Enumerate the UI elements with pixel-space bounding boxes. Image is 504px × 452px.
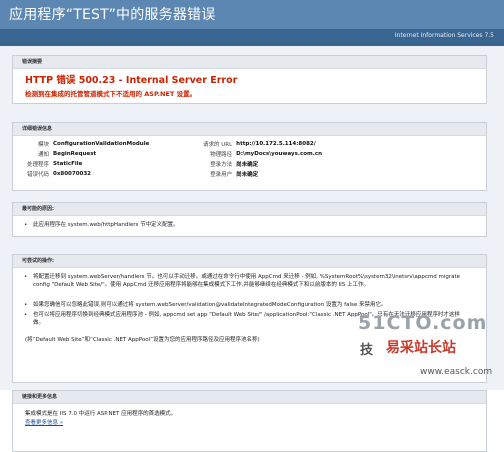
- error-title: HTTP 错误 500.23 - Internal Server Error: [25, 75, 238, 86]
- more-info-link[interactable]: 查看更多信息 »: [25, 418, 63, 426]
- table-row: 登录方法 尚未确定: [201, 159, 324, 169]
- action-item: 如果您确信可以忽略此错误,则可以通过将 system.webServer/val…: [24, 301, 463, 309]
- table-row: 请求的 URL http://10.172.5.114:8082/: [201, 139, 324, 149]
- watermark-brand: 51CTO.com: [358, 312, 488, 334]
- product-name: Internet Information Services 7.5: [394, 32, 494, 39]
- detail-key: 模块: [38, 142, 50, 148]
- cause-item: 此应用程序在 system.web/httpHandlers 节中定义配置。: [24, 221, 463, 229]
- detail-heading: 详细错误信息: [13, 123, 486, 136]
- causes-heading: 最可能的原因:: [13, 203, 486, 216]
- causes-box: 最可能的原因: 此应用程序在 system.web/httpHandlers 节…: [12, 202, 487, 237]
- links-heading: 链接和更多信息: [13, 391, 486, 404]
- watermark-prefix: 技: [360, 343, 374, 358]
- detail-value: D:\myDocs\youways.com.cn: [236, 151, 323, 157]
- detail-value: http://10.172.5.114:8082/: [236, 141, 316, 147]
- detail-box: 详细错误信息 模块 ConfigurationValidationModule 通…: [12, 122, 487, 191]
- action-item: 将配置迁移到 system.webServer/handlers 节。也可以手动…: [24, 273, 463, 289]
- table-row: 模块 ConfigurationValidationModule: [25, 139, 151, 149]
- page-title: 应用程序“TEST”中的服务器错误: [9, 7, 216, 23]
- table-row: 通知 BeginRequest: [25, 149, 151, 159]
- detail-key: 登录方法: [210, 162, 233, 168]
- detail-table-left: 模块 ConfigurationValidationModule 通知 BeginR…: [25, 139, 151, 179]
- table-row: 处理程序 StaticFile: [25, 159, 151, 169]
- actions-heading: 可尝试的操作:: [13, 255, 486, 268]
- detail-key: 登录用户: [210, 172, 233, 178]
- table-row: 物理路径 D:\myDocs\youways.com.cn: [201, 149, 324, 159]
- detail-key: 物理路径: [210, 152, 233, 158]
- detail-value: BeginRequest: [53, 151, 97, 157]
- detail-key: 错误代码: [27, 172, 50, 178]
- detail-table-right: 请求的 URL http://10.172.5.114:8082/ 物理路径 D:\…: [201, 139, 324, 179]
- detail-value: ConfigurationValidationModule: [53, 141, 150, 147]
- links-text: 集成模式是在 IIS 7.0 中运行 ASP.NET 应用程序的首选模式。: [25, 411, 177, 417]
- title-bar: 应用程序“TEST”中的服务器错误: [0, 0, 504, 29]
- detail-key: 通知: [38, 152, 50, 158]
- error-summary-heading: 错误摘要: [13, 56, 486, 69]
- table-row: 登录用户 尚未确定: [201, 169, 324, 179]
- detail-value: StaticFile: [53, 161, 83, 167]
- detail-value: 尚未确定: [236, 162, 259, 168]
- detail-value: 尚未确定: [236, 172, 259, 178]
- detail-key: 请求的 URL: [203, 142, 233, 148]
- watermark-url: www.easck.com: [420, 367, 493, 377]
- error-summary-box: 错误摘要 HTTP 错误 500.23 - Internal Server Er…: [12, 55, 487, 104]
- links-box: 链接和更多信息 集成模式是在 IIS 7.0 中运行 ASP.NET 应用程序的…: [12, 390, 487, 452]
- product-bar: Internet Information Services 7.5: [0, 29, 504, 46]
- detail-value: 0x80070032: [53, 171, 92, 177]
- error-description: 检测到在集成的托管管道模式下不适用的 ASP.NET 设置。: [25, 90, 197, 98]
- watermark-site: 易采站长站: [386, 340, 456, 356]
- detail-key: 处理程序: [27, 162, 50, 168]
- table-row: 错误代码 0x80070032: [25, 169, 151, 179]
